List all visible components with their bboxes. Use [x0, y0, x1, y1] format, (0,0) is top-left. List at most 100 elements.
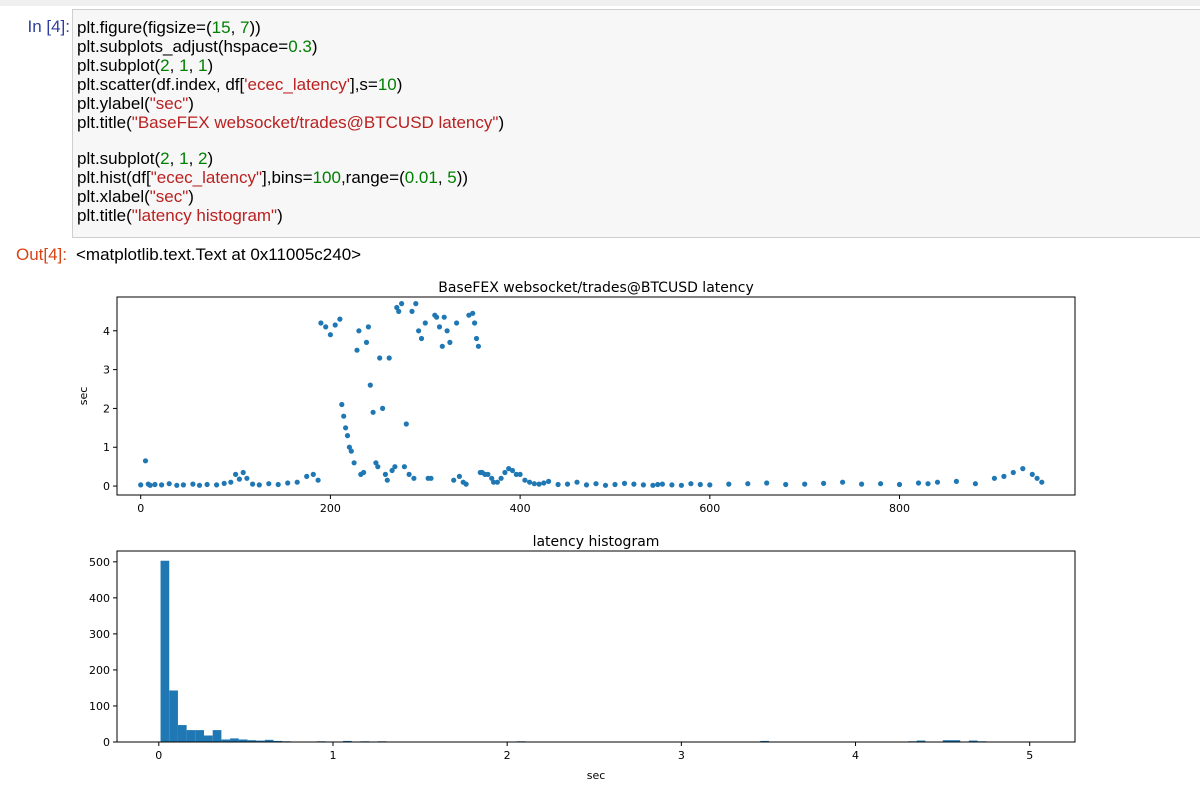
scatter-point — [413, 301, 419, 307]
output-prompt: Out[4]: — [15, 245, 67, 264]
scatter-point — [323, 324, 329, 330]
scatter-point — [631, 481, 637, 487]
scatter-point — [669, 482, 675, 488]
scatter-point — [802, 481, 808, 487]
scatter-point — [972, 481, 979, 487]
y-tick-label: 4 — [103, 325, 110, 338]
y-tick-label: 2 — [103, 402, 110, 415]
y-tick-label: 1 — [103, 441, 110, 454]
histogram-bar — [177, 725, 187, 742]
scatter-point — [650, 482, 656, 488]
x-tick-label: 400 — [510, 502, 531, 515]
scatter-point — [233, 471, 239, 477]
x-tick-label: 200 — [320, 502, 341, 515]
scatter-point — [655, 481, 661, 488]
scatter-point — [361, 469, 367, 476]
scatter-point — [764, 480, 770, 486]
scatter-point — [327, 332, 333, 338]
x-tick-label: 1 — [329, 749, 336, 762]
scatter-point — [256, 482, 262, 488]
scatter-point — [621, 480, 628, 486]
scatter-point — [444, 328, 450, 334]
code-token: 0.01 — [404, 168, 438, 187]
scatter-point — [564, 481, 571, 487]
scatter-point — [266, 481, 272, 487]
y-tick-label: 3 — [103, 364, 110, 377]
scatter-point — [934, 479, 941, 485]
scatter-point — [925, 481, 931, 487]
scatter-point — [531, 481, 537, 487]
code-token: 15 — [211, 18, 231, 37]
scatter-point — [240, 469, 246, 476]
scatter-point — [416, 328, 422, 334]
scatter-point — [396, 308, 402, 314]
scatter-point — [411, 475, 417, 481]
scatter-point — [392, 464, 398, 470]
scatter-point — [339, 401, 345, 408]
code-lines: plt.figure(figsize=(15, 7)) plt.subplots_… — [77, 18, 504, 225]
y-tick-label: 0 — [103, 480, 110, 493]
scatter-point — [428, 475, 434, 481]
code-token: , — [169, 149, 180, 168]
scatter-point — [304, 473, 310, 479]
x-tick-label: 600 — [699, 502, 720, 515]
scatter-point — [228, 479, 234, 485]
scatter-point — [475, 343, 481, 349]
scatter-point — [180, 482, 186, 488]
scatter-point — [783, 481, 789, 488]
scatter-point — [1020, 466, 1026, 472]
scatter-point — [659, 481, 666, 487]
scatter-point — [612, 481, 618, 488]
code-token: 5 — [447, 168, 457, 187]
y-tick-label: 400 — [89, 592, 110, 605]
code-token: 2 — [160, 149, 170, 168]
scatter-point — [275, 481, 281, 488]
scatter-point — [439, 343, 445, 349]
y-tick-label: 300 — [89, 628, 110, 641]
chart-title: BaseFEX websocket/trades@BTCUSD latency — [438, 280, 754, 296]
scatter-point — [1039, 479, 1045, 485]
scatter-point — [418, 335, 425, 342]
scatter-point — [214, 482, 220, 488]
scatter-point — [138, 482, 144, 488]
scatter-point — [541, 480, 547, 486]
x-tick-label: 800 — [889, 502, 910, 515]
code-cell-editor[interactable]: plt.figure(figsize=(15, 7)) plt.subplots_… — [72, 9, 1200, 238]
code-token: 1 — [179, 149, 189, 168]
code-token: plt.xlabel( — [77, 187, 150, 206]
scatter-point — [370, 409, 376, 415]
scatter-point — [878, 481, 884, 487]
code-token: "sec" — [149, 94, 189, 113]
scatter-point — [221, 480, 227, 486]
code-token: plt.subplot( — [77, 149, 161, 168]
axes-frame — [116, 550, 1076, 743]
histogram-bar — [169, 690, 178, 742]
code-token: plt.subplot( — [77, 56, 161, 75]
scatter-point — [456, 473, 462, 479]
code-token: plt.hist(df[ — [77, 168, 151, 187]
scatter-point — [380, 405, 386, 411]
scatter-point — [337, 316, 343, 322]
x-tick-label: 3 — [678, 749, 685, 762]
scatter-point — [726, 481, 732, 487]
scatter-point — [745, 481, 751, 487]
scatter-point — [555, 481, 561, 488]
code-token: plt.title( — [77, 113, 132, 132]
code-token: "latency histogram" — [131, 206, 278, 225]
scatter-point — [204, 481, 210, 488]
code-token: ) — [188, 94, 194, 113]
scatter-point — [386, 355, 392, 361]
scatter-point — [546, 478, 552, 484]
code-token: ) — [207, 149, 214, 168]
y-tick-label: 500 — [89, 556, 110, 569]
scatter-point — [365, 324, 371, 330]
scatter-point — [174, 482, 180, 488]
scatter-point — [447, 339, 453, 345]
scatter-point — [406, 471, 412, 477]
figure-output: BaseFEX websocket/trades@BTCUSD latency 0… — [77, 280, 1076, 782]
scatter-point — [401, 464, 407, 470]
scatter-point — [583, 482, 590, 488]
code-line: plt.ylabel("sec") — [77, 94, 504, 113]
scatter-point — [356, 328, 362, 334]
